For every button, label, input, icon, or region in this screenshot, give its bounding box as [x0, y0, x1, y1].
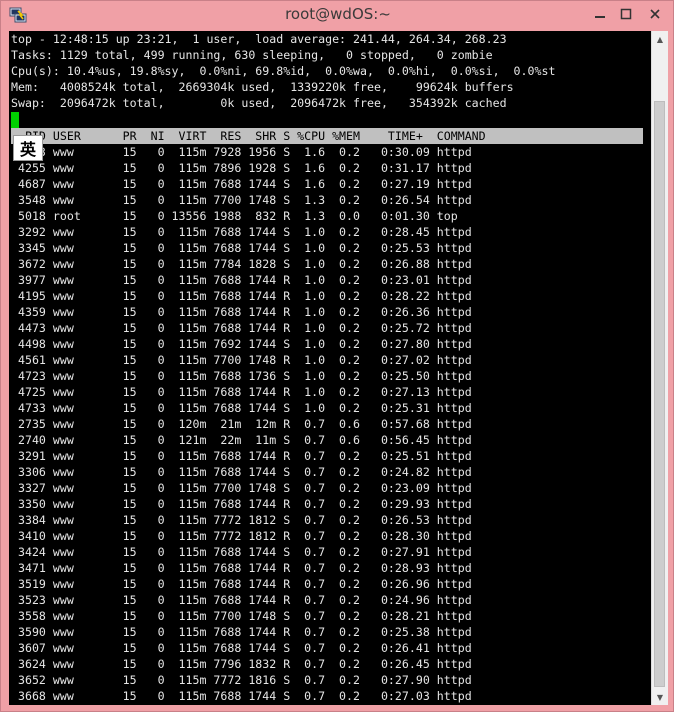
process-row: 4561 www 15 0 115m 7700 1748 R 1.0 0.2 0… — [11, 353, 472, 367]
process-row: 3558 www 15 0 115m 7700 1748 S 0.7 0.2 0… — [11, 609, 472, 623]
process-row: 3590 www 15 0 115m 7688 1744 R 0.7 0.2 0… — [11, 625, 472, 639]
process-row: 3410 www 15 0 115m 7772 1812 R 0.7 0.2 0… — [11, 529, 472, 543]
process-row: 4255 www 15 0 115m 7896 1928 S 1.6 0.2 0… — [11, 161, 472, 175]
summary-line-cpu: Cpu(s): 10.4%us, 19.8%sy, 0.0%ni, 69.8%i… — [11, 64, 556, 78]
process-row: 3672 www 15 0 115m 7784 1828 S 1.0 0.2 0… — [11, 257, 472, 271]
process-row: 3607 www 15 0 115m 7688 1744 S 0.7 0.2 0… — [11, 641, 472, 655]
summary-line-swap: Swap: 2096472k total, 0k used, 2096472k … — [11, 96, 507, 110]
process-row: 3292 www 15 0 115m 7688 1744 S 1.0 0.2 0… — [11, 225, 472, 239]
process-row: 4473 www 15 0 115m 7688 1744 R 1.0 0.2 0… — [11, 321, 472, 335]
process-row: 3548 www 15 0 115m 7700 1748 S 1.3 0.2 0… — [11, 193, 472, 207]
terminal-output[interactable]: top - 12:48:15 up 23:21, 1 user, load av… — [9, 31, 651, 705]
process-row: 3424 www 15 0 115m 7688 1744 S 0.7 0.2 0… — [11, 545, 472, 559]
process-row: 4733 www 15 0 115m 7688 1744 S 1.0 0.2 0… — [11, 401, 472, 415]
process-row: 3977 www 15 0 115m 7688 1744 R 1.0 0.2 0… — [11, 273, 472, 287]
close-icon — [650, 9, 660, 19]
process-row: 4725 www 15 0 115m 7688 1744 R 1.0 0.2 0… — [11, 385, 472, 399]
process-row: 3291 www 15 0 115m 7688 1744 R 0.7 0.2 0… — [11, 449, 472, 463]
vertical-scrollbar[interactable]: ▲ ▼ — [651, 31, 668, 705]
process-row: 3668 www 15 0 115m 7688 1744 S 0.7 0.2 0… — [11, 689, 472, 703]
process-row: 3327 www 15 0 115m 7700 1748 S 0.7 0.2 0… — [11, 481, 472, 495]
process-row: 4195 www 15 0 115m 7688 1744 R 1.0 0.2 0… — [11, 289, 472, 303]
process-row: 5018 root 15 0 13556 1988 832 R 1.3 0.0 … — [11, 209, 458, 223]
process-row: 3624 www 15 0 115m 7796 1832 R 0.7 0.2 0… — [11, 657, 472, 671]
process-row: 2735 www 15 0 120m 21m 12m R 0.7 0.6 0:5… — [11, 417, 472, 431]
process-row: 3350 www 15 0 115m 7688 1744 R 0.7 0.2 0… — [11, 497, 472, 511]
scroll-down-icon[interactable]: ▼ — [652, 689, 668, 705]
summary-line-mem: Mem: 4008524k total, 2669304k used, 1339… — [11, 80, 514, 94]
terminal-window: root@wdOS:~ top - 12:48:15 up 23:21, 1 u… — [0, 0, 674, 712]
process-row: 3519 www 15 0 115m 7688 1744 R 0.7 0.2 0… — [11, 577, 472, 591]
scrollbar-thumb[interactable] — [654, 101, 665, 687]
ime-indicator[interactable]: 英 — [13, 135, 43, 161]
scroll-up-icon[interactable]: ▲ — [652, 31, 668, 47]
process-table-header-text: PID USER PR NI VIRT RES SHR S %CPU %MEM … — [11, 129, 486, 143]
minimize-icon — [595, 16, 605, 18]
process-row: 3 www 15 0 115m 7928 1956 S 1.6 0.2 0:30… — [11, 145, 472, 159]
title-bar[interactable]: root@wdOS:~ — [1, 1, 674, 31]
summary-line-tasks: Tasks: 1129 total, 499 running, 630 slee… — [11, 48, 493, 62]
window-title: root@wdOS:~ — [285, 5, 391, 23]
process-row: 3384 www 15 0 115m 7772 1812 S 0.7 0.2 0… — [11, 513, 472, 527]
process-row: 4687 www 15 0 115m 7688 1744 S 1.6 0.2 0… — [11, 177, 472, 191]
process-row: 3306 www 15 0 115m 7688 1744 S 0.7 0.2 0… — [11, 465, 472, 479]
summary-line-uptime: top - 12:48:15 up 23:21, 1 user, load av… — [11, 32, 507, 46]
process-row: 2740 www 15 0 121m 22m 11m S 0.7 0.6 0:5… — [11, 433, 472, 447]
minimize-button[interactable] — [587, 3, 613, 25]
process-row: 4498 www 15 0 115m 7692 1744 S 1.0 0.2 0… — [11, 337, 472, 351]
process-table-header: PID USER PR NI VIRT RES SHR S %CPU %MEM … — [11, 128, 643, 144]
process-row: 3523 www 15 0 115m 7688 1744 R 0.7 0.2 0… — [11, 593, 472, 607]
process-row: 3652 www 15 0 115m 7772 1816 S 0.7 0.2 0… — [11, 673, 472, 687]
process-row: 3345 www 15 0 115m 7688 1744 S 1.0 0.2 0… — [11, 241, 472, 255]
process-row: 3471 www 15 0 115m 7688 1744 R 0.7 0.2 0… — [11, 561, 472, 575]
maximize-icon — [620, 8, 632, 20]
close-button[interactable] — [639, 3, 671, 25]
process-row: 4723 www 15 0 115m 7688 1736 S 1.0 0.2 0… — [11, 369, 472, 383]
text-cursor — [11, 112, 19, 128]
maximize-button[interactable] — [613, 3, 639, 25]
process-row: 4359 www 15 0 115m 7688 1744 R 1.0 0.2 0… — [11, 305, 472, 319]
